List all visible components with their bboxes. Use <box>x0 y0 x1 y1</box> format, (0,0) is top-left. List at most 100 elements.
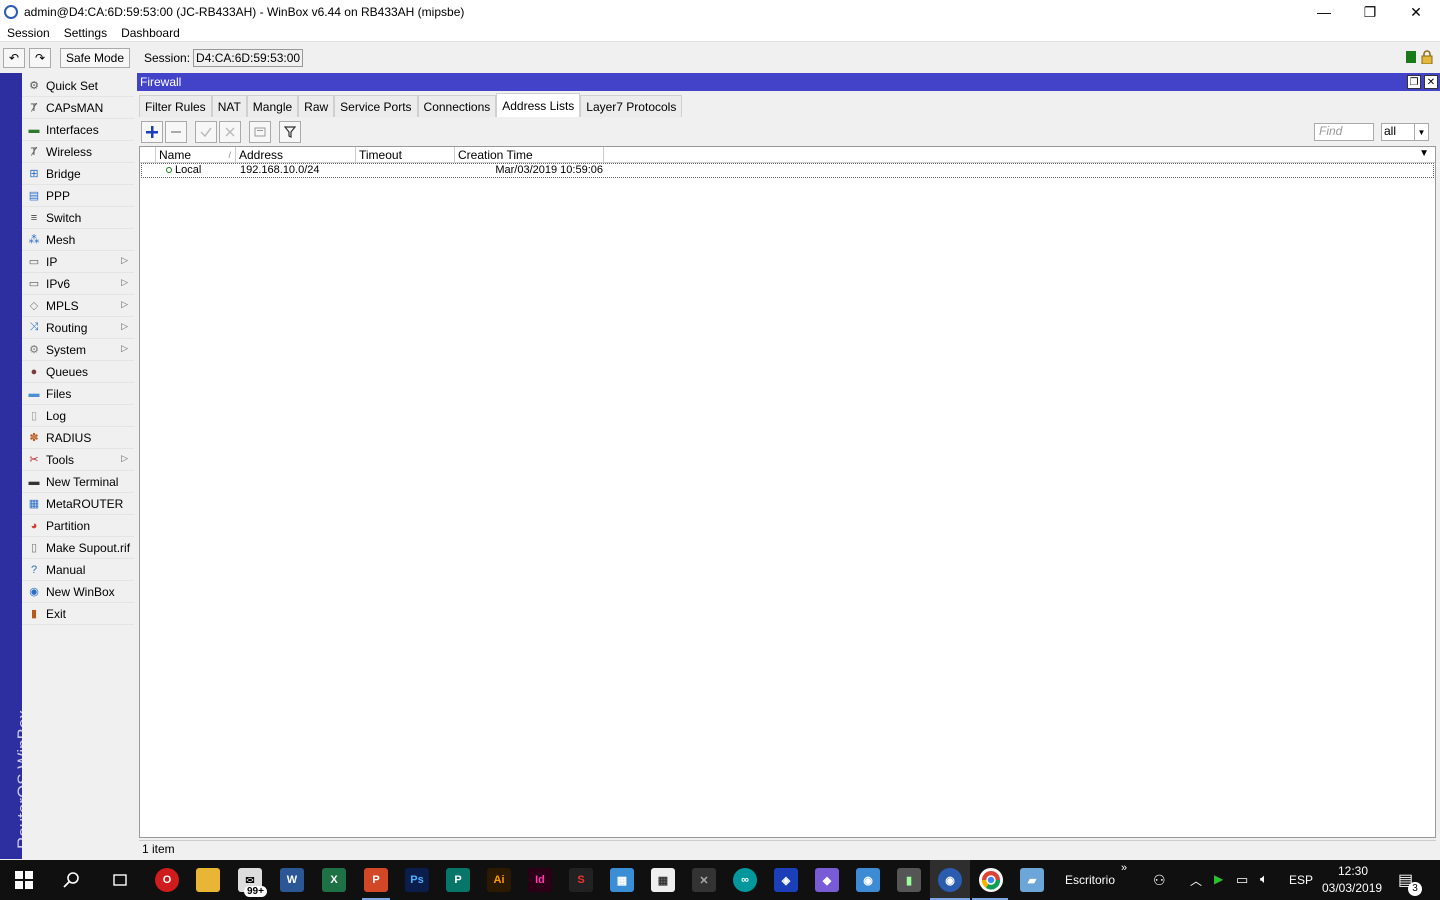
column-timeout[interactable]: Timeout <box>356 147 455 163</box>
eye-app-icon[interactable]: ◉ <box>856 868 880 892</box>
notification-count: 3 <box>1408 882 1422 896</box>
sidebar-item-exit[interactable]: ▮ Exit <box>22 603 134 625</box>
task-view-icon[interactable] <box>108 868 132 892</box>
photoshop-icon[interactable]: Ps <box>405 868 429 892</box>
sidebar-item-queues[interactable]: ● Queues <box>22 361 134 383</box>
terminal-icon: ▬ <box>28 475 40 488</box>
tab-service-ports[interactable]: Service Ports <box>334 95 418 117</box>
sidebar-item-bridge[interactable]: ⊞ Bridge <box>22 163 134 185</box>
tab-mangle[interactable]: Mangle <box>246 95 299 117</box>
chrome-icon[interactable] <box>979 868 1003 892</box>
file-explorer-icon[interactable] <box>196 868 220 892</box>
opera-icon[interactable]: O <box>155 868 179 892</box>
sidebar-item-ppp[interactable]: ▤ PPP <box>22 185 134 207</box>
sidebar-item-routing[interactable]: ⤨ Routing ▷ <box>22 317 134 339</box>
app-s-icon[interactable]: S <box>569 868 593 892</box>
clock-date[interactable]: 03/03/2019 <box>1322 881 1382 895</box>
volume-icon[interactable]: 🔈︎ <box>1260 871 1268 887</box>
network-icon[interactable]: ◈ <box>774 868 798 892</box>
arduino-icon[interactable]: ∞ <box>733 868 757 892</box>
sidebar-item-switch[interactable]: ≡ Switch <box>22 207 134 229</box>
illustrator-icon[interactable]: Ai <box>487 868 511 892</box>
sidebar-item-make-supout-rif[interactable]: ▯ Make Supout.rif <box>22 537 134 559</box>
session-label: Session: <box>144 50 191 65</box>
menu-dashboard[interactable]: Dashboard <box>114 26 187 40</box>
minimize-button[interactable]: — <box>1301 0 1347 24</box>
menu-session[interactable]: Session <box>0 26 57 40</box>
chevron-right-icon[interactable]: » <box>1121 862 1127 874</box>
column-creation-time[interactable]: Creation Time <box>455 147 604 163</box>
play-tray-icon[interactable]: ▶ <box>1214 872 1223 886</box>
add-button[interactable] <box>141 121 163 143</box>
tab-address-lists[interactable]: Address Lists <box>496 93 581 117</box>
word-icon[interactable]: W <box>280 868 304 892</box>
sidebar-item-capsman[interactable]: Ⱦ CAPsMAN <box>22 97 134 119</box>
sidebar-item-new-winbox[interactable]: ◉ New WinBox <box>22 581 134 603</box>
connection-status-icon <box>1406 51 1416 63</box>
sidebar-item-log[interactable]: ▯ Log <box>22 405 134 427</box>
calendar-icon[interactable]: ▦ <box>651 868 675 892</box>
sidebar-item-tools[interactable]: ✂ Tools ▷ <box>22 449 134 471</box>
powerpoint-icon[interactable]: P <box>364 868 388 892</box>
remove-button[interactable] <box>165 121 187 143</box>
filter-select[interactable]: all ▼ <box>1381 123 1429 141</box>
firewall-title-bar[interactable]: Firewall ❐ ✕ <box>137 73 1440 91</box>
windows-start-icon[interactable] <box>12 868 36 892</box>
column-name[interactable]: Name / <box>156 147 236 163</box>
tab-filter-rules[interactable]: Filter Rules <box>139 95 212 117</box>
battery-app-icon[interactable]: ▮ <box>897 868 921 892</box>
sidebar-item-system[interactable]: ⚙ System ▷ <box>22 339 134 361</box>
sidebar-item-quick-set[interactable]: ⚙ Quick Set <box>22 75 134 97</box>
sidebar-item-files[interactable]: ▬ Files <box>22 383 134 405</box>
sort-indicator-icon: / <box>228 150 231 160</box>
tab-nat[interactable]: NAT <box>211 95 247 117</box>
sidebar-item-metarouter[interactable]: ▦ MetaROUTER <box>22 493 134 515</box>
sidebar-item-wireless[interactable]: Ⱦ Wireless <box>22 141 134 163</box>
undo-button[interactable]: ↶ <box>3 47 25 68</box>
people-icon[interactable]: ⚇ <box>1153 872 1166 889</box>
maximize-button[interactable]: ❐ <box>1347 0 1393 24</box>
redo-button[interactable]: ↷ <box>29 47 51 68</box>
sidebar-item-interfaces[interactable]: ▬ Interfaces <box>22 119 134 141</box>
tab-layer7-protocols[interactable]: Layer7 Protocols <box>580 95 683 117</box>
app-purple-icon[interactable]: ◆ <box>815 868 839 892</box>
column-menu-icon[interactable]: ▼ <box>1419 148 1429 159</box>
sidebar-item-radius[interactable]: ✽ RADIUS <box>22 427 134 449</box>
app-lightblue-icon[interactable]: ▰ <box>1020 868 1044 892</box>
network-tray-icon[interactable]: ▭ <box>1236 872 1248 888</box>
sidebar-item-manual[interactable]: ? Manual <box>22 559 134 581</box>
column-address[interactable]: Address <box>236 147 356 163</box>
sidebar-item-mpls[interactable]: ◇ MPLS ▷ <box>22 295 134 317</box>
indesign-icon[interactable]: Id <box>528 868 552 892</box>
table-row[interactable]: Local 192.168.10.0/24 Mar/03/2019 10:59:… <box>141 163 1434 178</box>
safe-mode-button[interactable]: Safe Mode <box>60 47 130 68</box>
app-blue-icon[interactable]: ▦ <box>610 868 634 892</box>
network-tool-icon[interactable]: ✕ <box>692 868 716 892</box>
sidebar-item-ip[interactable]: ▭ IP ▷ <box>22 251 134 273</box>
desktop-toolbar-label[interactable]: Escritorio <box>1065 873 1115 887</box>
search-icon[interactable] <box>60 868 84 892</box>
language-indicator[interactable]: ESP <box>1289 873 1313 887</box>
excel-icon[interactable]: X <box>322 868 346 892</box>
column-name-label: Name <box>159 148 192 162</box>
enable-button[interactable] <box>195 121 217 143</box>
filter-button[interactable] <box>279 121 301 143</box>
window-close-button[interactable]: ✕ <box>1424 75 1438 89</box>
close-button[interactable]: ✕ <box>1393 0 1439 24</box>
tab-connections[interactable]: Connections <box>417 95 497 117</box>
comment-button[interactable] <box>249 121 271 143</box>
chevron-up-icon[interactable]: ︿ <box>1190 872 1202 889</box>
find-input[interactable]: Find <box>1314 123 1374 141</box>
publisher-icon[interactable]: P <box>446 868 470 892</box>
session-field[interactable]: D4:CA:6D:59:53:00 <box>193 48 304 67</box>
sidebar-item-partition[interactable]: ◕ Partition <box>22 515 134 537</box>
sidebar-item-mesh[interactable]: ⁂ Mesh <box>22 229 134 251</box>
menu-settings[interactable]: Settings <box>57 26 114 40</box>
disable-button[interactable] <box>219 121 241 143</box>
sidebar-item-new-terminal[interactable]: ▬ New Terminal <box>22 471 134 493</box>
winbox-taskbar-icon[interactable]: ◉ <box>938 868 962 892</box>
tab-raw[interactable]: Raw <box>298 95 335 117</box>
sidebar-item-ipv6[interactable]: ▭ IPv6 ▷ <box>22 273 134 295</box>
clock-time[interactable]: 12:30 <box>1338 864 1368 878</box>
window-restore-button[interactable]: ❐ <box>1407 75 1421 89</box>
